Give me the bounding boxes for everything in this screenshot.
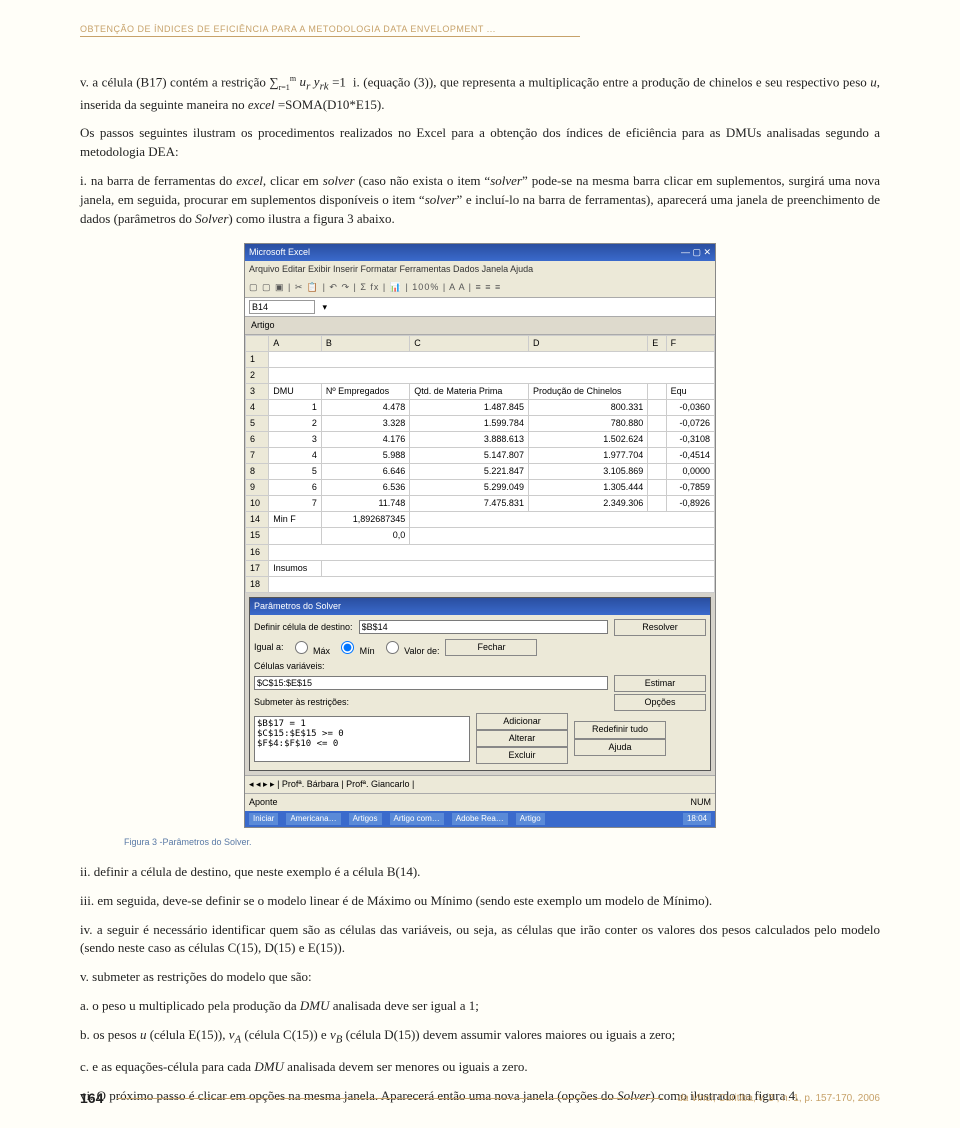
running-rule [80,36,580,37]
spreadsheet-grid[interactable]: ABCDEF 1 2 3DMUNº EmpregadosQtd. de Mate… [245,335,715,593]
solver-solve-button[interactable]: Resolver [614,619,706,636]
para-ii: ii. definir a célula de destino, que nes… [80,863,880,882]
page-number: 164 [80,1090,103,1106]
para-iv: iv. a seguir é necessário identificar qu… [80,921,880,959]
status-bar: AponteNUM [245,793,715,811]
para-v-b: b. os pesos u (célula E(15)), vA (célula… [80,1026,880,1048]
menubar[interactable]: Arquivo Editar Exibir Inserir Formatar F… [245,261,715,278]
solver-title: Parâmetros do Solver [250,598,710,615]
window-controls[interactable]: — ▢ ✕ [681,246,711,259]
app-title: Microsoft Excel [249,246,310,259]
name-box[interactable] [249,300,315,314]
para-v2: v. submeter as restrições do modelo que … [80,968,880,987]
solver-max-radio[interactable] [295,641,308,654]
solver-target-input[interactable] [359,620,608,634]
sheet-tabs[interactable]: ◂ ◂ ▸ ▸ | Profª. Bárbara | Profª. Gianca… [245,775,715,793]
para-v: v. a célula (B17) contém a restrição ∑r=… [80,73,880,114]
running-head: OBTENÇÃO DE ÍNDICES DE EFICIÊNCIA PARA A… [80,24,496,34]
page-footer: 164 da Vinci, Curitiba, v. 3 , n. 1, p. … [80,1090,880,1106]
name-box-bar: ▾ [245,298,715,317]
footer-citation: da Vinci, Curitiba, v. 3 , n. 1, p. 157-… [677,1093,880,1104]
solver-value-radio[interactable] [386,641,399,654]
solver-options-button[interactable]: Opções [614,694,706,711]
para-os-passos: Os passos seguintes ilustram os procedim… [80,124,880,162]
figure-3-caption: Figura 3 -Parâmetros do Solver. [124,836,880,849]
solver-min-radio[interactable] [341,641,354,654]
figure-3: Microsoft Excel — ▢ ✕ Arquivo Editar Exi… [80,243,880,828]
excel-window: Microsoft Excel — ▢ ✕ Arquivo Editar Exi… [244,243,716,828]
para-i: i. na barra de ferramentas do excel, cli… [80,172,880,229]
solver-help-button[interactable]: Ajuda [574,739,666,756]
solver-change-button[interactable]: Alterar [476,730,568,747]
solver-add-button[interactable]: Adicionar [476,713,568,730]
para-iii: iii. em seguida, deve-se definir se o mo… [80,892,880,911]
solver-close-button[interactable]: Fechar [445,639,537,656]
toolbar[interactable]: ▢ ▢ ▣ | ✂ 📋 | ↶ ↷ | Σ fx | 📊 | 100% | A … [245,278,715,298]
solver-reset-button[interactable]: Redefinir tudo [574,721,666,738]
window-titlebar: Microsoft Excel — ▢ ✕ [245,244,715,261]
solver-dialog: Parâmetros do Solver Definir célula de d… [249,597,711,771]
solver-delete-button[interactable]: Excluir [476,747,568,764]
para-v-a: a. o peso u multiplicado pela produção d… [80,997,880,1016]
taskbar[interactable]: Iniciar Americana… Artigos Artigo com… A… [245,811,715,827]
solver-guess-button[interactable]: Estimar [614,675,706,692]
solver-vars-input[interactable] [254,676,608,690]
workbook-tab[interactable]: Artigo [245,317,715,335]
para-v-c: c. e as equações‑célula para cada DMU an… [80,1058,880,1077]
solver-constraints-list[interactable]: $B$17 = 1 $C$15:$E$15 >= 0 $F$4:$F$10 <=… [254,716,470,762]
